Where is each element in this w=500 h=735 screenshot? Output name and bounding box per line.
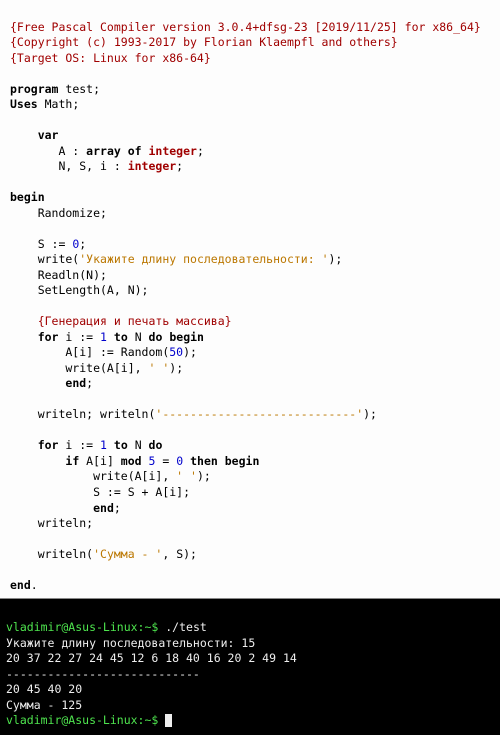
- kw-end-final: end: [10, 578, 31, 592]
- compiler-comment-3: {Target OS: Linux for x86-64}: [10, 51, 211, 65]
- var-nsi-pre: N, S, i :: [10, 159, 128, 173]
- prog-name: test;: [58, 82, 100, 96]
- write3b: );: [197, 469, 211, 483]
- cmd-1: ./test: [158, 620, 206, 634]
- kw-end2: end: [93, 501, 114, 515]
- str-space1: ' ': [148, 361, 169, 375]
- if-f: [218, 454, 225, 468]
- for2d: N: [128, 438, 149, 452]
- kw-begin2: begin: [225, 454, 260, 468]
- kw-mod: mod: [121, 454, 142, 468]
- term-line-4: ----------------------------: [6, 667, 200, 681]
- term-line-5: 20 45 40 20: [6, 682, 89, 696]
- if-a: [10, 454, 65, 468]
- write3a: write(A[i],: [10, 469, 176, 483]
- prompt-1: vladimir@Asus-Linux:~$: [6, 620, 158, 634]
- if-d: =: [155, 454, 176, 468]
- term-line-2: Укажите длину последовательности: 15: [6, 636, 255, 650]
- write2b: );: [169, 361, 183, 375]
- kw-end1: end: [65, 376, 86, 390]
- for1b: i :=: [58, 330, 100, 344]
- str-sum: 'Сумма - ': [93, 547, 162, 561]
- str-dash: '----------------------------': [155, 407, 363, 421]
- writeln-dash-b: );: [363, 407, 377, 421]
- rand-b: );: [183, 345, 197, 359]
- rand-a: A[i] := Random(: [10, 345, 169, 359]
- compiler-comment-2: {Copyright (c) 1993-2017 by Florian Klae…: [10, 35, 398, 49]
- str-space2: ' ': [176, 469, 197, 483]
- setlen: SetLength(A, N);: [10, 283, 148, 297]
- end1-pre: [10, 376, 65, 390]
- compiler-comment-1: {Free Pascal Compiler version 3.0.4+dfsg…: [10, 20, 481, 34]
- cmd-2: [158, 713, 165, 727]
- for2a: [10, 438, 38, 452]
- var-a-pre: A :: [10, 144, 86, 158]
- write1a: write(: [10, 252, 79, 266]
- uses-name: Math;: [38, 97, 80, 111]
- kw-do2: do: [149, 438, 163, 452]
- num-1a: 1: [100, 330, 107, 344]
- for1d: N: [128, 330, 149, 344]
- num-1b: 1: [100, 438, 107, 452]
- ty-int-2: integer: [128, 159, 176, 173]
- if-b: A[i]: [79, 454, 121, 468]
- end1-post: ;: [86, 376, 93, 390]
- s0-pre: S :=: [10, 237, 72, 251]
- dot: .: [31, 578, 38, 592]
- randomize: Randomize;: [10, 206, 107, 220]
- kw-program: program: [10, 82, 58, 96]
- kw-if: if: [65, 454, 79, 468]
- kw-array-of: array of: [86, 144, 141, 158]
- writeln-dash-a: writeln; writeln(: [10, 407, 155, 421]
- end2-pre: [10, 501, 93, 515]
- ssum: S := S + A[i];: [10, 485, 190, 499]
- write4a: writeln(: [10, 547, 93, 561]
- writeln2: writeln;: [10, 516, 93, 530]
- prompt-2: vladimir@Asus-Linux:~$: [6, 713, 158, 727]
- for1a: [10, 330, 38, 344]
- comment-gen: {Генерация и печать массива}: [10, 314, 232, 328]
- for2c: [107, 438, 114, 452]
- kw-begin: begin: [10, 190, 45, 204]
- end2-post: ;: [114, 501, 121, 515]
- kw-uses: Uses: [10, 97, 38, 111]
- str-prompt: 'Укажите длину последовательности: ': [79, 252, 328, 266]
- write1b: );: [329, 252, 343, 266]
- num-50: 50: [169, 345, 183, 359]
- kw-then: then: [190, 454, 218, 468]
- terminal[interactable]: vladimir@Asus-Linux:~$ ./test Укажите дл…: [0, 598, 500, 735]
- for1c: [107, 330, 114, 344]
- code-editor: {Free Pascal Compiler version 3.0.4+dfsg…: [0, 0, 500, 598]
- if-c: [142, 454, 149, 468]
- kw-for1: for: [38, 330, 59, 344]
- semi1: ;: [197, 144, 204, 158]
- ty-int-1: integer: [142, 144, 197, 158]
- cursor-icon: [165, 714, 172, 727]
- s0-post: ;: [79, 237, 86, 251]
- kw-to1: to: [114, 330, 128, 344]
- for2b: i :=: [58, 438, 100, 452]
- term-line-6: Сумма - 125: [6, 698, 82, 712]
- kw-begin1: begin: [169, 330, 204, 344]
- kw-to2: to: [114, 438, 128, 452]
- readln: Readln(N);: [10, 268, 107, 282]
- write4b: , S);: [162, 547, 197, 561]
- kw-for2: for: [38, 438, 59, 452]
- kw-do1: do: [149, 330, 163, 344]
- kw-var: var: [38, 128, 59, 142]
- term-line-3: 20 37 22 27 24 45 12 6 18 40 16 20 2 49 …: [6, 651, 304, 665]
- write2a: write(A[i],: [10, 361, 148, 375]
- semi2: ;: [176, 159, 183, 173]
